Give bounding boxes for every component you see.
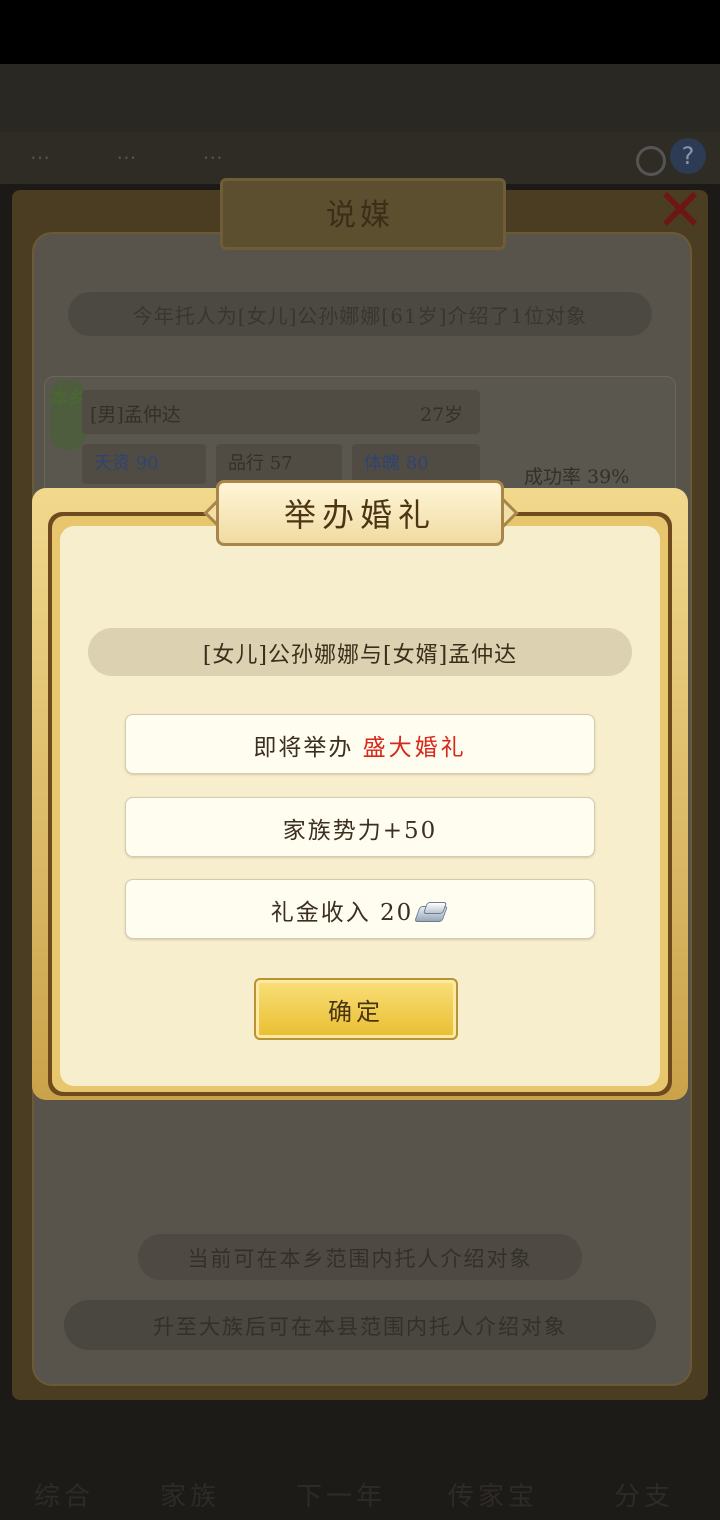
nav-branch[interactable]: 分支	[614, 1476, 674, 1513]
candidate-name: [男]孟仲达	[90, 404, 181, 426]
candidate-physique: 体魄 80	[352, 444, 480, 484]
silver-ingot-icon	[414, 900, 449, 924]
matchmaking-title: 说媒	[326, 198, 394, 233]
nav-family[interactable]: 家族	[160, 1476, 220, 1513]
nav-heirloom[interactable]: 传家宝	[448, 1476, 538, 1513]
wedding-dialog-title: 举办婚礼	[283, 496, 436, 534]
gift-money-text: 礼金收入 20	[125, 893, 595, 927]
success-rate: 成功率 39%	[524, 466, 630, 488]
nav-next-year[interactable]: 下一年	[296, 1476, 386, 1513]
influence-text: 家族势力+50	[282, 818, 438, 844]
nav-overview[interactable]: 综合	[34, 1476, 94, 1513]
couple-text: [女儿]公孙娜娜与[女婿]孟仲达	[202, 643, 518, 668]
candidate-age: 27岁	[420, 404, 464, 426]
resource-stats: … … …	[30, 140, 283, 164]
region-tag: 本乡	[50, 380, 86, 450]
resource-stat: …	[116, 140, 137, 164]
settings-icon[interactable]	[636, 146, 666, 176]
resource-stat: …	[202, 140, 223, 164]
resource-stat: …	[30, 140, 50, 164]
wedding-type-prefix: 即将举办	[253, 735, 354, 761]
gift-money-label: 礼金收入 20	[270, 900, 414, 926]
candidate-conduct: 品行 57	[216, 444, 342, 484]
wedding-type-text: 即将举办 盛大婚礼	[125, 728, 595, 762]
intro-text: 今年托人为[女儿]公孙娜娜[61岁]介绍了1位对象	[132, 304, 588, 328]
upgrade-info-text: 升至大族后可在本县范围内托人介绍对象	[153, 1315, 567, 1339]
status-bar	[0, 0, 720, 64]
help-icon[interactable]: ?	[670, 138, 706, 174]
region-info-text: 当前可在本乡范围内托人介绍对象	[187, 1247, 533, 1271]
candidate-talent: 天资 90	[82, 444, 206, 484]
wedding-type-highlight: 盛大婚礼	[362, 735, 467, 761]
close-icon[interactable]: ✕	[650, 180, 710, 240]
confirm-button-label[interactable]: 确定	[254, 992, 458, 1027]
